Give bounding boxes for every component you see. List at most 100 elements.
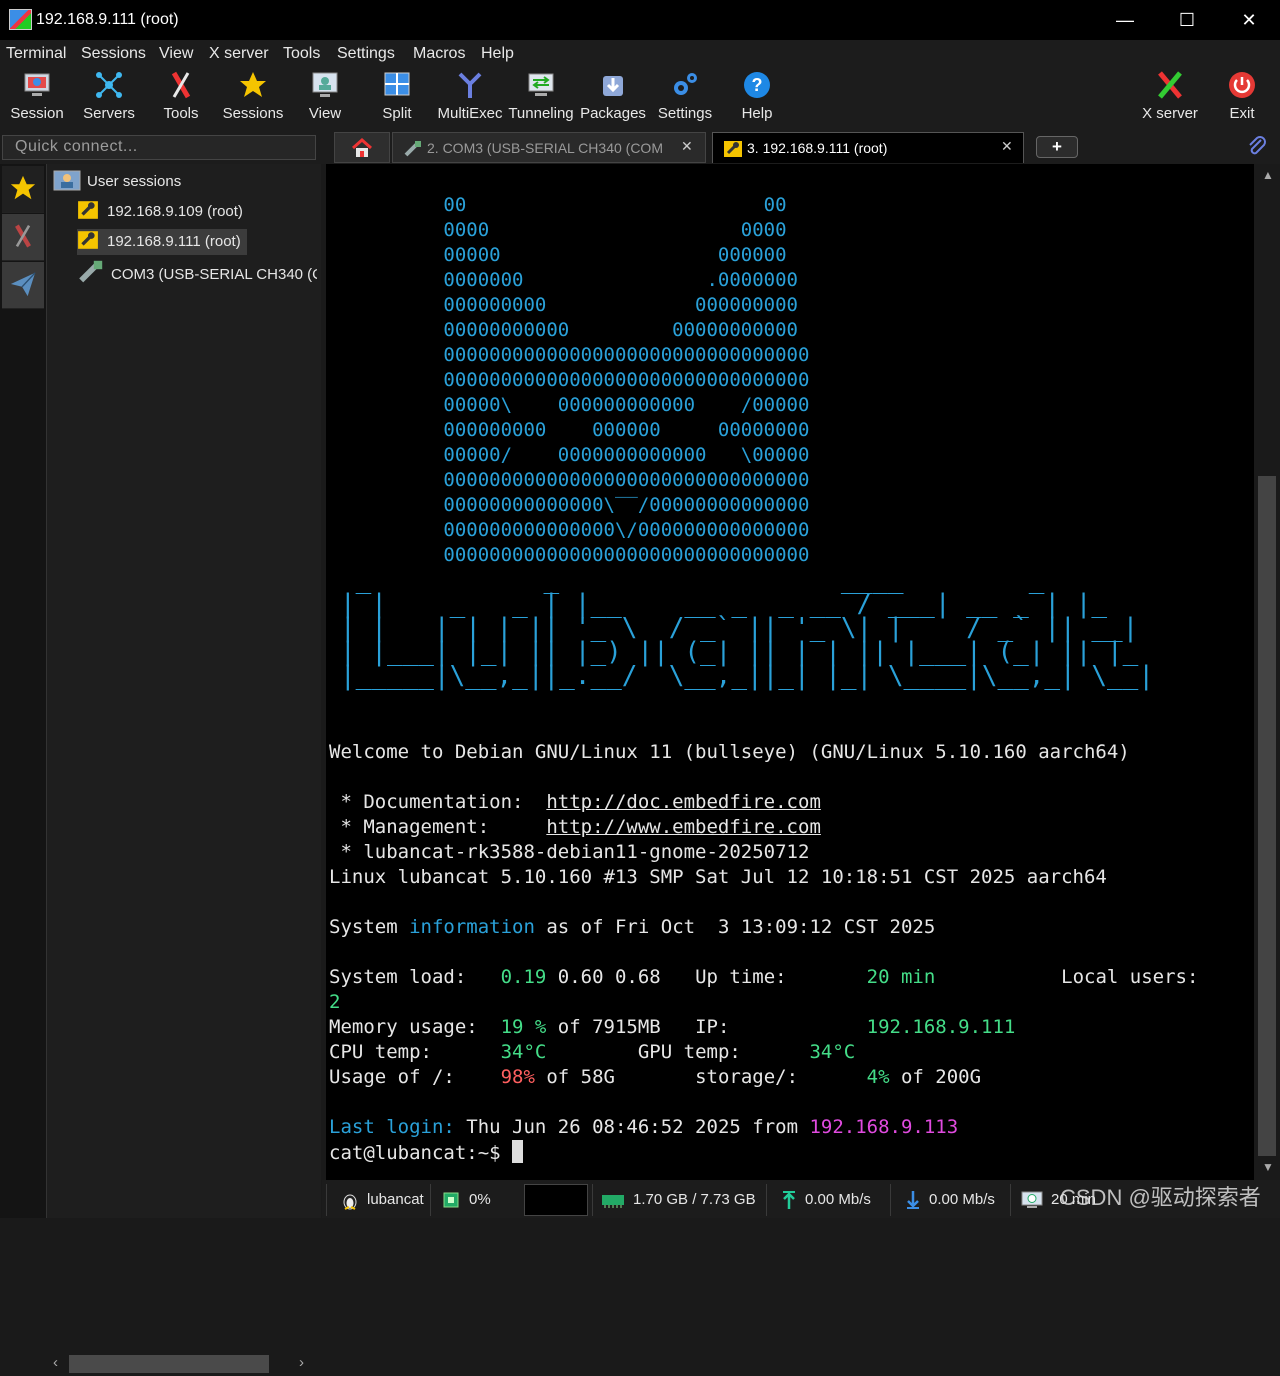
doc-link[interactable]: http://doc.embedfire.com [546, 791, 821, 813]
minimize-button[interactable]: — [1094, 0, 1156, 40]
ssh-key-icon [78, 231, 98, 249]
tree-session-item[interactable]: 192.168.9.109 (root) [77, 199, 247, 225]
menu-view[interactable]: View [159, 45, 193, 63]
menu-macros[interactable]: Macros [413, 45, 465, 63]
tab-close-icon[interactable]: ✕ [681, 138, 693, 155]
sidebar-tab-tools[interactable] [2, 214, 44, 261]
tab-com3[interactable]: 2. COM3 (USB-SERIAL CH340 (COM ✕ [392, 132, 706, 163]
maximize-button[interactable]: ☐ [1156, 0, 1218, 40]
terminal-scrollbar[interactable]: ▲ ▼ [1256, 164, 1280, 1180]
gear-icon [674, 73, 697, 95]
sessions-button[interactable]: Sessions [220, 68, 286, 128]
terminal[interactable]: 00 00 0000 0000 00000 000000 0000000 .00… [326, 164, 1254, 1180]
ssh-key-icon [724, 141, 742, 157]
watermark: CSDN @驱动探索者 [1060, 1185, 1261, 1210]
toolbar: Session Servers Tools Sessions View Spli… [0, 68, 1280, 130]
help-icon: ? [744, 72, 770, 98]
scroll-up-icon[interactable]: ▲ [1262, 168, 1274, 182]
status-host: lubancat [326, 1184, 441, 1216]
usage-line: Usage of /: 98% of 58G storage/: 4% of 2… [329, 1066, 982, 1088]
split-icon [384, 72, 410, 96]
paper-plane-icon [10, 272, 36, 297]
menu-x-server[interactable]: X server [209, 45, 269, 63]
status-download: 0.00 Mb/s [890, 1184, 1017, 1216]
status-cpu-graph [520, 1184, 588, 1216]
power-icon [1229, 72, 1255, 98]
tree-session-item-selected[interactable]: 192.168.9.111 (root) [77, 229, 247, 255]
x-server-button[interactable]: X server [1138, 68, 1202, 128]
attachment-icon[interactable] [1246, 135, 1268, 157]
memory-line: Memory usage: 19 % of 7915MB IP: 192.168… [329, 1016, 1016, 1038]
users-line: 2 [329, 991, 341, 1013]
menu-bar: Terminal Sessions View X server Tools Se… [0, 40, 1280, 68]
status-upload: 0.00 Mb/s [766, 1184, 893, 1216]
servers-button[interactable]: Servers [78, 68, 140, 128]
star-icon [240, 72, 266, 97]
ssh-key-icon [78, 201, 98, 219]
serial-plug-icon [79, 260, 103, 283]
tree-session-item[interactable]: COM3 (USB-SERIAL CH340 (CO [77, 259, 317, 285]
scroll-thumb[interactable] [69, 1355, 269, 1373]
tab-192-168-9-111[interactable]: 3. 192.168.9.111 (root) ✕ [712, 132, 1024, 163]
menu-settings[interactable]: Settings [337, 45, 395, 63]
session-button[interactable]: Session [4, 68, 70, 128]
tab-bar: Quick connect... 2. COM3 (USB-SERIAL CH3… [0, 130, 1280, 164]
split-button[interactable]: Split [368, 68, 426, 128]
tree-user-sessions[interactable]: User sessions [53, 169, 181, 195]
packages-button[interactable]: Packages [580, 68, 646, 128]
tunneling-icon [528, 73, 554, 96]
multiexec-button[interactable]: MultiExec [436, 68, 504, 128]
title-bar: 192.168.9.111 (root) — ☐ ✕ [0, 0, 1280, 40]
home-icon [352, 138, 372, 157]
scroll-left-icon[interactable]: ‹ [53, 1354, 58, 1371]
prompt-line: cat@lubancat:~$ [329, 1140, 524, 1166]
tools-icon [171, 71, 191, 99]
view-icon [312, 72, 338, 97]
menu-terminal[interactable]: Terminal [6, 45, 66, 63]
uname-line: Linux lubancat 5.10.160 #13 SMP Sat Jul … [329, 866, 1107, 888]
quick-connect-input[interactable]: Quick connect... [2, 135, 316, 160]
tab-close-icon[interactable]: ✕ [1001, 138, 1013, 155]
welcome-line: Welcome to Debian GNU/Linux 11 (bullseye… [329, 741, 1130, 763]
uptime-clock-icon [1021, 1191, 1043, 1209]
exit-button[interactable]: Exit [1216, 68, 1268, 128]
app-icon [9, 9, 32, 30]
upload-arrow-icon [783, 1191, 795, 1210]
image-line: * lubancat-rk3588-debian11-gnome-2025071… [329, 841, 810, 863]
sidebar-horizontal-scrollbar[interactable]: ‹ › [47, 1352, 317, 1376]
sidebar-tab-sessions[interactable] [2, 166, 44, 213]
tunneling-button[interactable]: Tunneling [508, 68, 574, 128]
menu-tools[interactable]: Tools [283, 45, 320, 63]
doc-line: * Documentation: http://doc.embedfire.co… [329, 791, 821, 813]
tools-icon [15, 224, 31, 248]
mgmt-link[interactable]: http://www.embedfire.com [546, 816, 821, 838]
serial-plug-icon [404, 141, 421, 157]
tools-button[interactable]: Tools [152, 68, 210, 128]
settings-button[interactable]: Settings [654, 68, 716, 128]
memory-icon [602, 1195, 624, 1209]
view-button[interactable]: View [296, 68, 354, 128]
cpu-icon [443, 1192, 459, 1208]
terminal-cursor [512, 1140, 524, 1163]
temp-line: CPU temp: 34°C GPU temp: 34°C [329, 1041, 856, 1063]
tab-home[interactable] [334, 132, 390, 163]
multiexec-icon [458, 72, 482, 98]
svg-text:?: ? [752, 75, 763, 95]
sidebar-tab-sftp[interactable] [2, 262, 44, 309]
scroll-down-icon[interactable]: ▼ [1262, 1160, 1274, 1174]
scroll-right-icon[interactable]: › [299, 1354, 304, 1371]
last-login-line: Last login: Thu Jun 26 08:46:52 2025 fro… [329, 1116, 959, 1138]
session-tree: User sessions 192.168.9.109 (root) 192.1… [47, 164, 321, 1194]
help-button[interactable]: ? Help [728, 68, 786, 128]
new-tab-button[interactable]: + [1036, 136, 1078, 158]
user-folder-icon [53, 170, 81, 191]
menu-help[interactable]: Help [481, 45, 514, 63]
download-arrow-icon [907, 1191, 919, 1210]
menu-sessions[interactable]: Sessions [81, 45, 146, 63]
close-button[interactable]: ✕ [1218, 0, 1280, 40]
scroll-thumb[interactable] [1258, 476, 1276, 1156]
status-cpu: 0% [430, 1184, 521, 1216]
sidebar-tabs [0, 164, 47, 1218]
star-icon [10, 175, 36, 200]
sysinfo-line: System information as of Fri Oct 3 13:09… [329, 916, 936, 938]
